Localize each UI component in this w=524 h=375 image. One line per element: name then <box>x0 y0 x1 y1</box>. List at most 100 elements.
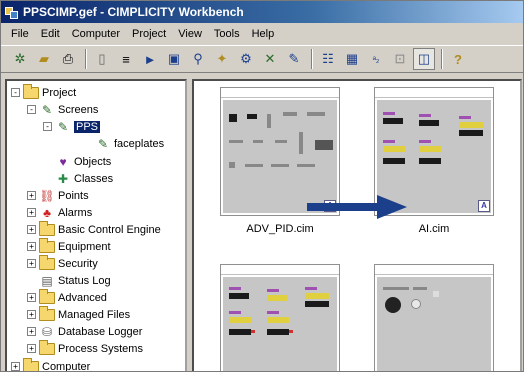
tree-item-label: Computer <box>42 360 91 372</box>
tree-item-label: Project <box>42 86 77 99</box>
file-name-label: ADV_PID.cim <box>246 223 314 235</box>
thumbnail-view-icon[interactable]: ◫ <box>413 48 435 70</box>
tree-item-advanced[interactable]: + Advanced <box>27 288 107 306</box>
menu-computer[interactable]: Computer <box>66 28 126 40</box>
cim-file-badge-icon: A <box>478 200 490 212</box>
extend-icon[interactable]: ✎ <box>283 48 305 70</box>
database-icon: ⛁ <box>41 324 53 339</box>
expand-toggle[interactable]: + <box>27 259 36 268</box>
menu-tools[interactable]: Tools <box>208 28 246 40</box>
config-icon[interactable]: ⚙ <box>235 48 257 70</box>
cimplicity-app-icon <box>5 5 19 19</box>
tree-item-label: Alarms <box>58 206 93 219</box>
print-icon[interactable]: ⎙ <box>57 48 79 70</box>
tree-item-points[interactable]: + ⛓ Points <box>27 187 89 204</box>
tree-item-label: Security <box>58 257 98 270</box>
tree-item-label: Basic Control Engine <box>58 223 161 236</box>
tree-item-label: Process Systems <box>58 342 143 355</box>
expand-toggle[interactable]: + <box>11 362 20 371</box>
expand-toggle[interactable]: + <box>27 344 36 353</box>
screen-preview <box>377 277 491 371</box>
menu-bar: File Edit Computer Project View Tools He… <box>1 24 523 44</box>
thumbnail-screen-4[interactable] <box>374 264 494 371</box>
new-project-icon[interactable]: ✲ <box>9 48 31 70</box>
tree-item-process-systems[interactable]: + Process Systems <box>27 339 143 357</box>
toolbar-separator <box>441 49 443 69</box>
tree-item-database-logger[interactable]: + ⛁ Database Logger <box>27 323 142 340</box>
tree-item-faceplates[interactable]: ✎ faceplates <box>95 135 164 152</box>
file-name-label: AI.cim <box>418 223 450 235</box>
tools-icon[interactable]: ✕ <box>259 48 281 70</box>
tree-item-objects[interactable]: ♥ Objects <box>43 153 111 170</box>
pointer-arrow <box>307 195 407 219</box>
menu-view[interactable]: View <box>172 28 208 40</box>
alarms-icon: ♣ <box>43 205 51 220</box>
preview-icon[interactable]: ⚲ <box>187 48 209 70</box>
tree-item-computer[interactable]: + Computer <box>11 357 91 372</box>
screens-icon: ✎ <box>57 119 69 134</box>
menu-file[interactable]: File <box>5 28 35 40</box>
status-log-icon: ▤ <box>41 273 53 288</box>
expand-toggle[interactable]: + <box>27 191 36 200</box>
list-icon[interactable]: ≡ <box>115 48 137 70</box>
title-bar[interactable]: PPSCIMP.gef - CIMPLICITY Workbench <box>1 1 523 23</box>
tree-item-project[interactable]: - Project <box>11 83 77 101</box>
tree-item-label: Status Log <box>58 274 111 287</box>
open-icon[interactable]: ▰ <box>33 48 55 70</box>
screen-thumbnails-pane[interactable]: A ADV_PID.cim A AI.cim <box>192 79 522 371</box>
tree-item-basic-control-engine[interactable]: + Basic Control Engine <box>27 220 161 238</box>
screen-icon[interactable]: ▣ <box>163 48 185 70</box>
objects-icon: ♥ <box>59 154 67 169</box>
tree-item-status-log[interactable]: ▤ Status Log <box>27 272 111 289</box>
tree-item-label: Objects <box>74 155 112 168</box>
tree-item-label: Database Logger <box>58 325 143 338</box>
run-icon[interactable]: ► <box>139 48 161 70</box>
properties-icon[interactable]: ▯ <box>91 48 113 70</box>
expand-toggle[interactable]: + <box>27 225 36 234</box>
expand-toggle[interactable]: + <box>27 242 36 251</box>
tree-item-label: Equipment <box>58 240 111 253</box>
expand-toggle[interactable]: + <box>27 310 36 319</box>
expand-toggle[interactable]: + <box>27 327 36 336</box>
tree-item-pps[interactable]: - ✎ PPS <box>43 118 101 135</box>
tree-item-security[interactable]: + Security <box>27 254 98 272</box>
toolbar: ✲ ▰ ⎙ ▯ ≡ ► ▣ ⚲ ✦ ⚙ ✕ ✎ ☷ ▦ ᵃ₂ ⊡ ◫ ? <box>1 45 523 73</box>
collapse-toggle[interactable]: - <box>43 122 52 131</box>
tree-item-label: Classes <box>74 172 114 185</box>
folder-icon <box>23 83 39 100</box>
small-icons-icon[interactable]: ᵃ₂ <box>365 48 387 70</box>
tree-item-alarms[interactable]: + ♣ Alarms <box>27 204 92 221</box>
toolbar-separator <box>85 49 87 69</box>
menu-edit[interactable]: Edit <box>35 28 66 40</box>
large-icons-icon[interactable]: ▦ <box>341 48 363 70</box>
expand-toggle[interactable]: + <box>27 293 36 302</box>
screens-icon: ✎ <box>97 136 109 151</box>
points-icon: ⛓ <box>39 188 55 203</box>
tree-item-screens[interactable]: - ✎ Screens <box>27 101 98 118</box>
folder-icon <box>39 220 55 237</box>
collapse-toggle[interactable]: - <box>11 88 20 97</box>
help-icon[interactable]: ? <box>447 48 469 70</box>
tree-item-classes[interactable]: ✚ Classes <box>43 170 113 187</box>
menu-project[interactable]: Project <box>126 28 172 40</box>
project-tree[interactable]: - Project - ✎ Screens - ✎ PPS ✎ faceplat… <box>5 79 187 372</box>
window-title: PPSCIMP.gef - CIMPLICITY Workbench <box>23 5 244 19</box>
tree-item-managed-files[interactable]: + Managed Files <box>27 305 131 323</box>
folder-icon <box>39 339 55 356</box>
tree-item-label: Screens <box>58 103 99 116</box>
details-icon[interactable]: ☷ <box>317 48 339 70</box>
menu-help[interactable]: Help <box>246 28 281 40</box>
thumbnail-screen-3[interactable] <box>220 264 340 371</box>
tree-item-label: Managed Files <box>58 308 131 321</box>
toolbar-separator <box>311 49 313 69</box>
screens-icon: ✎ <box>41 102 53 117</box>
wizard-icon[interactable]: ✦ <box>211 48 233 70</box>
expand-toggle[interactable]: + <box>27 208 36 217</box>
list-view-icon[interactable]: ⊡ <box>389 48 411 70</box>
tree-item-label: Advanced <box>58 291 107 304</box>
tree-item-equipment[interactable]: + Equipment <box>27 237 111 255</box>
folder-icon <box>39 305 55 322</box>
tree-item-label: PPS <box>74 120 101 133</box>
workbench-window: PPSCIMP.gef - CIMPLICITY Workbench File … <box>0 0 524 372</box>
collapse-toggle[interactable]: - <box>27 105 36 114</box>
